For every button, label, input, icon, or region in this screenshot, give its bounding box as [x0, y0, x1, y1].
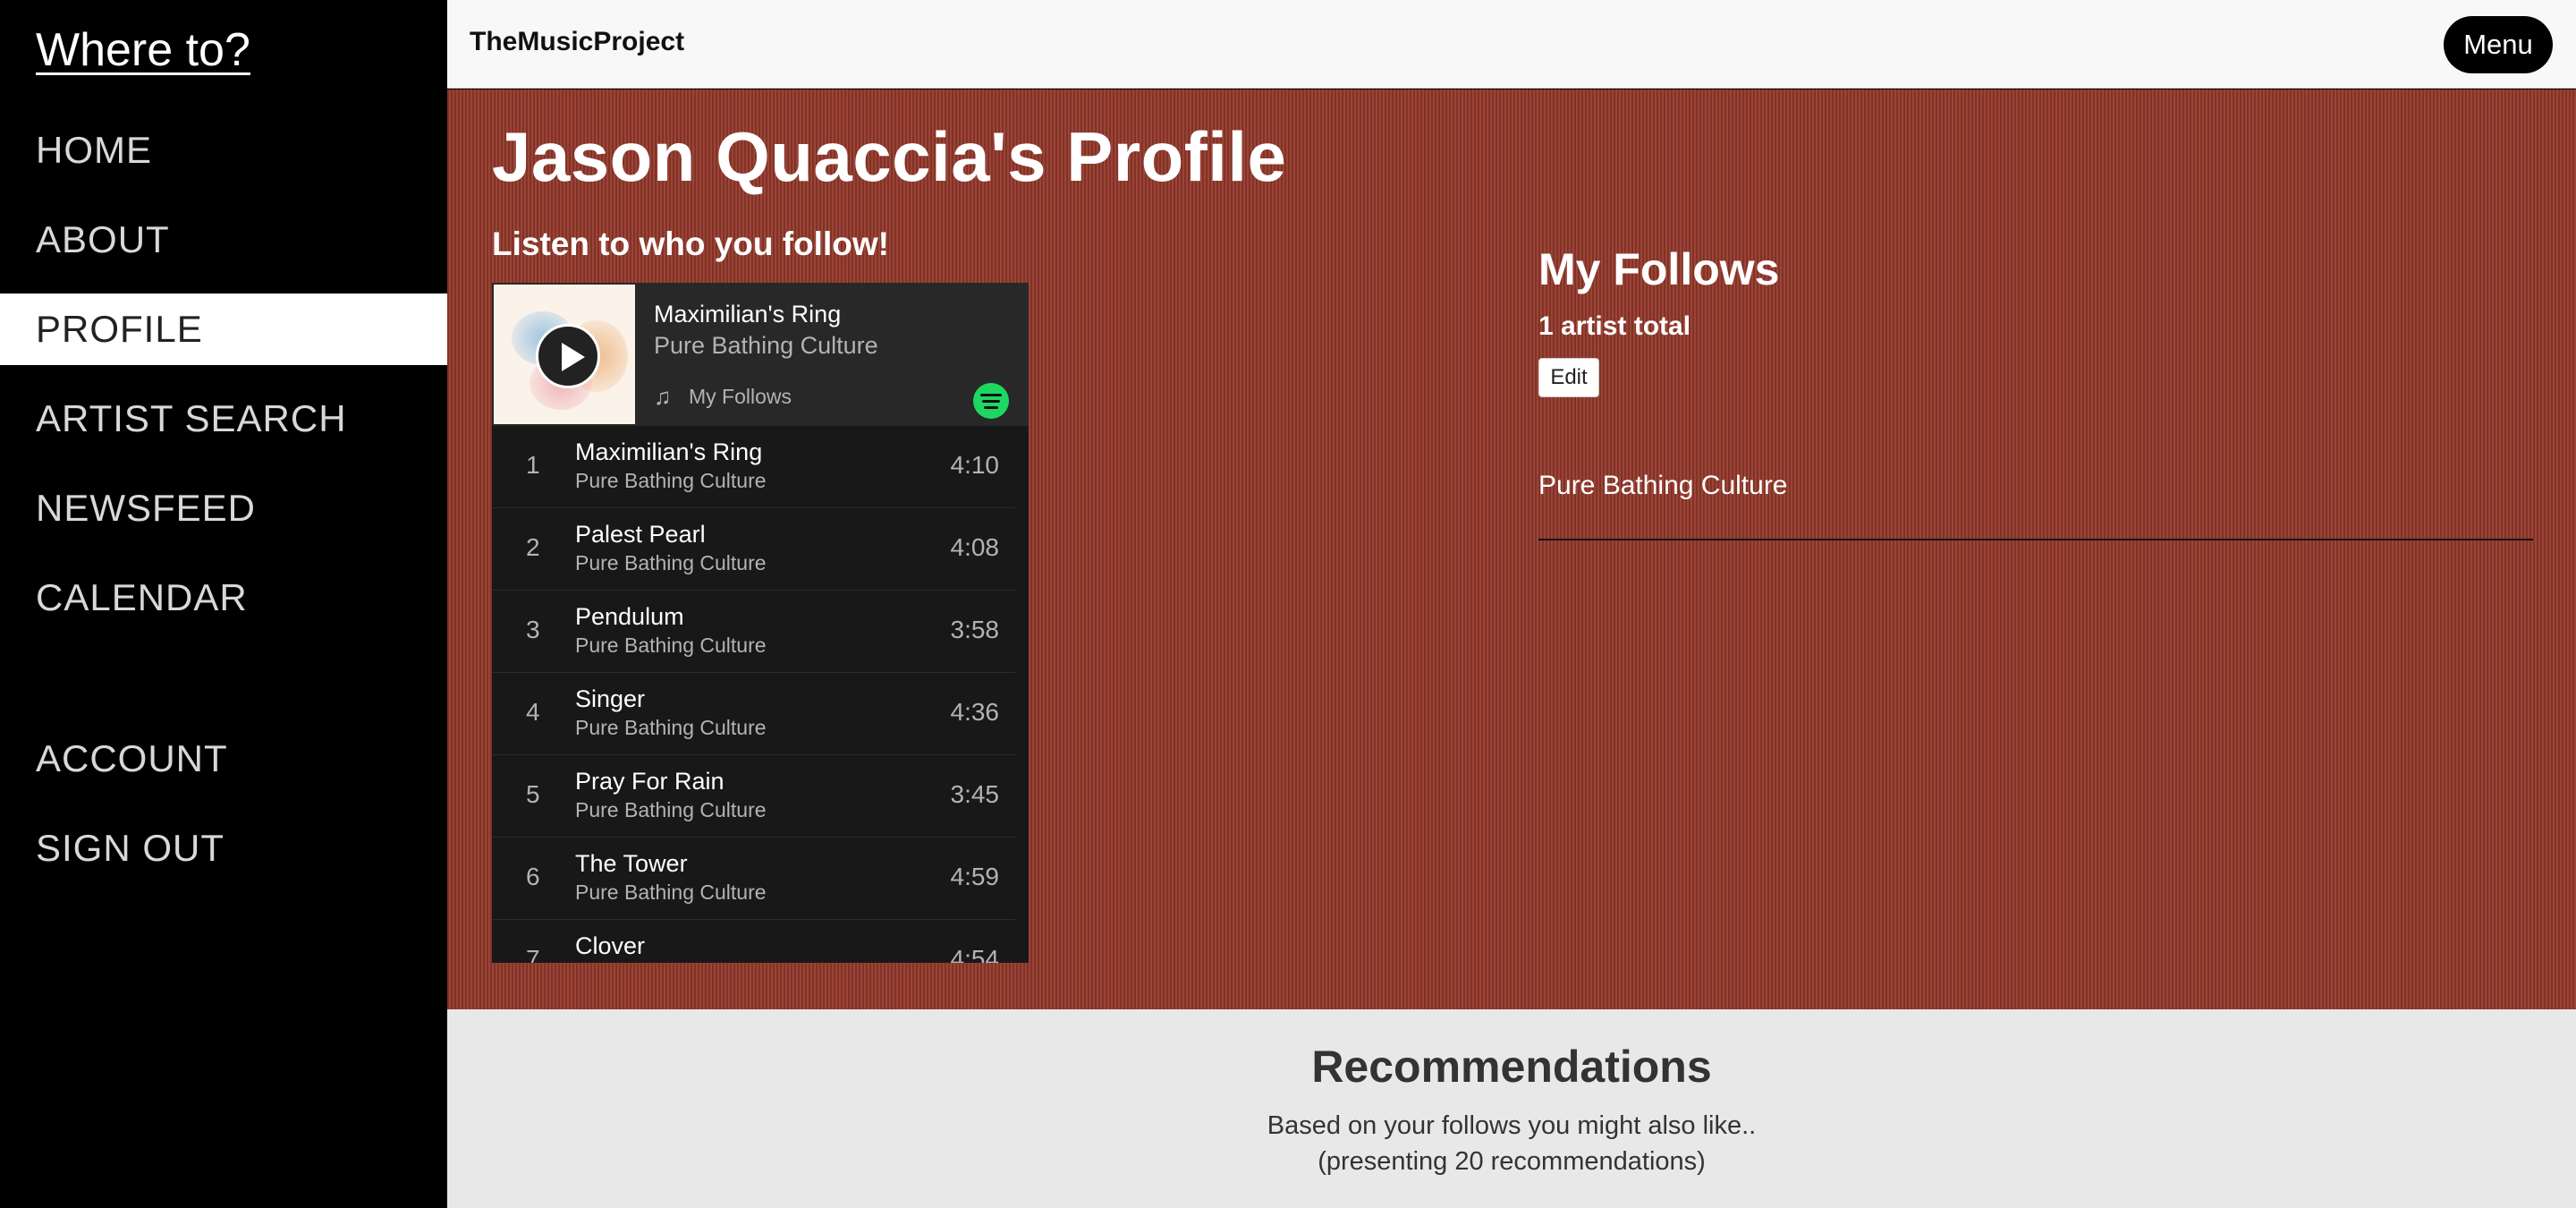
track-row[interactable]: 5 Pray For Rain Pure Bathing Culture 3:4…	[492, 755, 1015, 838]
track-row[interactable]: 4 Singer Pure Bathing Culture 4:36	[492, 673, 1015, 755]
nav-item-about[interactable]: ABOUT	[0, 204, 447, 276]
nav-item-artist-search[interactable]: ARTIST SEARCH	[0, 383, 447, 455]
track-artist: Pure Bathing Culture	[575, 551, 767, 574]
my-follows-panel: My Follows 1 artist total Edit Pure Bath…	[1538, 243, 2533, 540]
spotify-icon[interactable]	[973, 383, 1009, 419]
profile-section: Jason Quaccia's Profile Listen to who yo…	[447, 89, 2576, 1009]
track-title: Pray For Rain	[575, 768, 724, 795]
playlist-name: My Follows	[689, 385, 792, 408]
track-number: 4	[526, 698, 540, 726]
track-list-scrollbar[interactable]	[1017, 426, 1029, 963]
track-title: Palest Pearl	[575, 521, 706, 548]
track-artist: Pure Bathing Culture	[575, 880, 767, 904]
track-title: Maximilian's Ring	[575, 438, 763, 465]
follows-count: 1 artist total	[1538, 311, 1691, 341]
track-number: 5	[526, 780, 540, 808]
track-row[interactable]: 7 Clover 4:54	[492, 920, 1015, 963]
music-note-icon: ♫	[654, 383, 672, 410]
player-header: Maximilian's Ring Pure Bathing Culture ♫…	[492, 283, 1029, 426]
track-artist: Pure Bathing Culture	[575, 798, 767, 821]
track-artist: Pure Bathing Culture	[575, 634, 767, 657]
recommendations-section: Recommendations Based on your follows yo…	[447, 1009, 2576, 1208]
nav-item-account[interactable]: ACCOUNT	[0, 723, 447, 795]
now-playing-title: Maximilian's Ring	[654, 301, 842, 328]
track-title: Clover	[575, 932, 646, 959]
site-name[interactable]: TheMusicProject	[470, 27, 684, 57]
track-number: 3	[526, 616, 540, 643]
track-number: 7	[526, 945, 540, 963]
edit-follows-button[interactable]: Edit	[1538, 358, 1599, 397]
track-number: 1	[526, 451, 540, 479]
followed-artist[interactable]: Pure Bathing Culture	[1538, 471, 2533, 540]
sidebar: Where to? HOME ABOUT PROFILE ARTIST SEAR…	[0, 0, 447, 1208]
track-row[interactable]: 6 The Tower Pure Bathing Culture 4:59	[492, 838, 1015, 920]
recommendations-subtitle: Based on your follows you might also lik…	[1267, 1111, 1757, 1140]
play-icon[interactable]	[536, 324, 600, 388]
menu-button[interactable]: Menu	[2444, 16, 2553, 73]
nav-item-calendar[interactable]: CALENDAR	[0, 562, 447, 634]
nav-item-profile[interactable]: PROFILE	[0, 293, 447, 365]
track-row[interactable]: 1 Maximilian's Ring Pure Bathing Culture…	[492, 426, 1015, 508]
now-playing-artist: Pure Bathing Culture	[654, 332, 878, 359]
track-duration: 3:58	[950, 616, 1000, 643]
track-title: Singer	[575, 685, 646, 712]
recommendations-count: (presenting 20 recommendations)	[1318, 1147, 1706, 1176]
page-title: Jason Quaccia's Profile	[492, 117, 1287, 196]
track-duration: 4:54	[950, 945, 1000, 963]
recommendations-title: Recommendations	[1311, 1042, 1712, 1092]
track-title: Pendulum	[575, 603, 684, 630]
track-duration: 4:08	[950, 533, 1000, 561]
track-duration: 3:45	[950, 780, 1000, 808]
track-duration: 4:59	[950, 863, 1000, 890]
track-artist: Pure Bathing Culture	[575, 716, 767, 739]
track-row[interactable]: 3 Pendulum Pure Bathing Culture 3:58	[492, 591, 1015, 673]
track-list: 1 Maximilian's Ring Pure Bathing Culture…	[492, 426, 1015, 963]
spotify-player: Maximilian's Ring Pure Bathing Culture ♫…	[492, 283, 1029, 963]
track-duration: 4:10	[950, 451, 1000, 479]
nav-item-home[interactable]: HOME	[0, 115, 447, 186]
track-artist: Pure Bathing Culture	[575, 469, 767, 492]
album-art	[494, 285, 635, 424]
nav-item-sign-out[interactable]: SIGN OUT	[0, 812, 447, 884]
where-to-link[interactable]: Where to?	[36, 23, 250, 77]
nav-item-newsfeed[interactable]: NEWSFEED	[0, 472, 447, 544]
track-title: The Tower	[575, 850, 688, 877]
follows-title: My Follows	[1538, 244, 1780, 294]
track-duration: 4:36	[950, 698, 1000, 726]
top-bar: TheMusicProject Menu	[447, 0, 2576, 89]
listen-heading: Listen to who you follow!	[492, 225, 889, 262]
track-row[interactable]: 2 Palest Pearl Pure Bathing Culture 4:08	[492, 508, 1015, 591]
track-number: 6	[526, 863, 540, 890]
track-number: 2	[526, 533, 540, 561]
